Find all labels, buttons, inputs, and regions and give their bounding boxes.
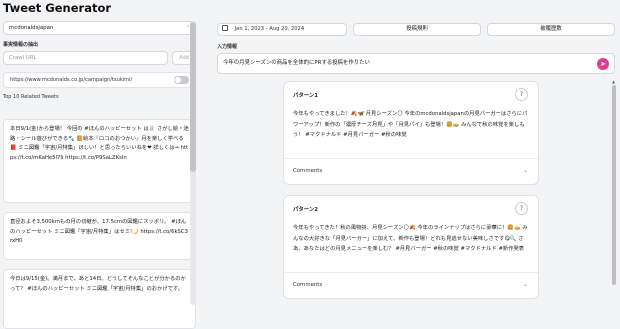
help-icon[interactable]: ? xyxy=(515,202,528,215)
source-link-item: https://www.mcdonalds.co.jp/campaign/tsu… xyxy=(3,72,196,88)
pattern-card-header: パターン1 ? xyxy=(284,82,538,106)
toolbar: Jan 1, 2023 - Aug 20, 2024 投稿規則 被履歴数 xyxy=(217,23,615,36)
account-select-value: mcdonaldsjapan xyxy=(9,25,54,31)
date-range-picker[interactable]: Jan 1, 2023 - Aug 20, 2024 xyxy=(217,23,347,36)
input-field[interactable]: 今年の月見シーズンの商品を全体的にPRする投稿を作りたい ➤ xyxy=(217,53,615,74)
tab-history[interactable]: 被履歴数 xyxy=(487,23,615,36)
input-value: 今年の月見シーズンの商品を全体的にPRする投稿を作りたい xyxy=(223,60,370,66)
source-link-text: https://www.mcdonalds.co.jp/campaign/tsu… xyxy=(10,77,133,83)
app-title: Tweet Generator xyxy=(3,1,112,15)
pattern-card: パターン2 ? 今年もやってきた！秋の風物詩、月見シーズン🌕🍂 今年のラインナッ… xyxy=(283,195,539,299)
chevron-down-icon: ⌄ xyxy=(522,281,528,288)
chevron-down-icon: ⌄ xyxy=(522,167,528,174)
pattern-text: 今年もやってきました！🍂🦋 月見シーズン🌕 今年のmcdonaldsjapanの… xyxy=(293,111,528,138)
left-scrollbar-thumb[interactable] xyxy=(190,22,196,172)
comments-accordion[interactable]: Comments ⌄ xyxy=(284,158,538,184)
pattern-title: パターン1 xyxy=(293,93,319,99)
help-icon[interactable]: ? xyxy=(515,88,528,101)
scroll-up-icon[interactable]: ▲ xyxy=(611,79,616,84)
input-label: 入力情報 xyxy=(217,44,238,50)
tweet-list: 本日9/1(金)から登場！ 今回の #ほんのハッピーセット は🐰 さがし絵・迷路… xyxy=(3,119,196,329)
tweet-card: 今日は9/15(金)。満月まで、あと14日。どうしてそんなことが分かるのかって？… xyxy=(3,269,196,329)
tweet-card: 直径およそ3,500kmもの月の切継が、17.5cmの図鑑にスッポリ。 #ほんの… xyxy=(3,212,196,260)
crawl-url-row: Crawl URL Add xyxy=(3,51,196,65)
right-scrollbar-thumb[interactable] xyxy=(611,85,616,285)
comments-label: Comments xyxy=(293,168,323,174)
right-scrollbar[interactable]: ▲ xyxy=(611,79,616,305)
source-section-label: 事実情報の抽出 xyxy=(3,42,39,48)
pattern-card-header: パターン2 ? xyxy=(284,196,538,220)
send-icon[interactable]: ➤ xyxy=(597,58,609,70)
crawl-url-input[interactable]: Crawl URL xyxy=(3,51,168,65)
pattern-title: パターン2 xyxy=(293,207,319,213)
tab-posting-rules[interactable]: 投稿規則 xyxy=(353,23,481,36)
comments-label: Comments xyxy=(293,282,323,288)
pattern-text: 今年もやってきた！秋の風物詩、月見シーズン🌕🍂 今年のラインナップはさらに豪華に… xyxy=(293,225,528,252)
comments-accordion[interactable]: Comments ⌄ xyxy=(284,272,538,298)
tweet-card: 本日9/1(金)から登場！ 今回の #ほんのハッピーセット は🐰 さがし絵・迷路… xyxy=(3,119,196,203)
pattern-card: パターン1 ? 今年もやってきました！🍂🦋 月見シーズン🌕 今年のmcdonal… xyxy=(283,81,539,185)
left-panel: mcdonaldsjapan ⌃ 事実情報の抽出 Crawl URL Add h… xyxy=(3,21,196,329)
calendar-icon xyxy=(222,25,228,31)
account-select[interactable]: mcdonaldsjapan ⌃ xyxy=(3,21,196,35)
source-link-toggle[interactable] xyxy=(174,76,189,84)
right-panel: Jan 1, 2023 - Aug 20, 2024 投稿規則 被履歴数 入力情… xyxy=(217,23,616,305)
patterns-panel: パターン1 ? 今年もやってきました！🍂🦋 月見シーズン🌕 今年のmcdonal… xyxy=(217,75,616,305)
top-tweets-label: Top 10 Related Tweets xyxy=(3,94,59,100)
date-range-value: Jan 1, 2023 - Aug 20, 2024 xyxy=(234,26,305,32)
